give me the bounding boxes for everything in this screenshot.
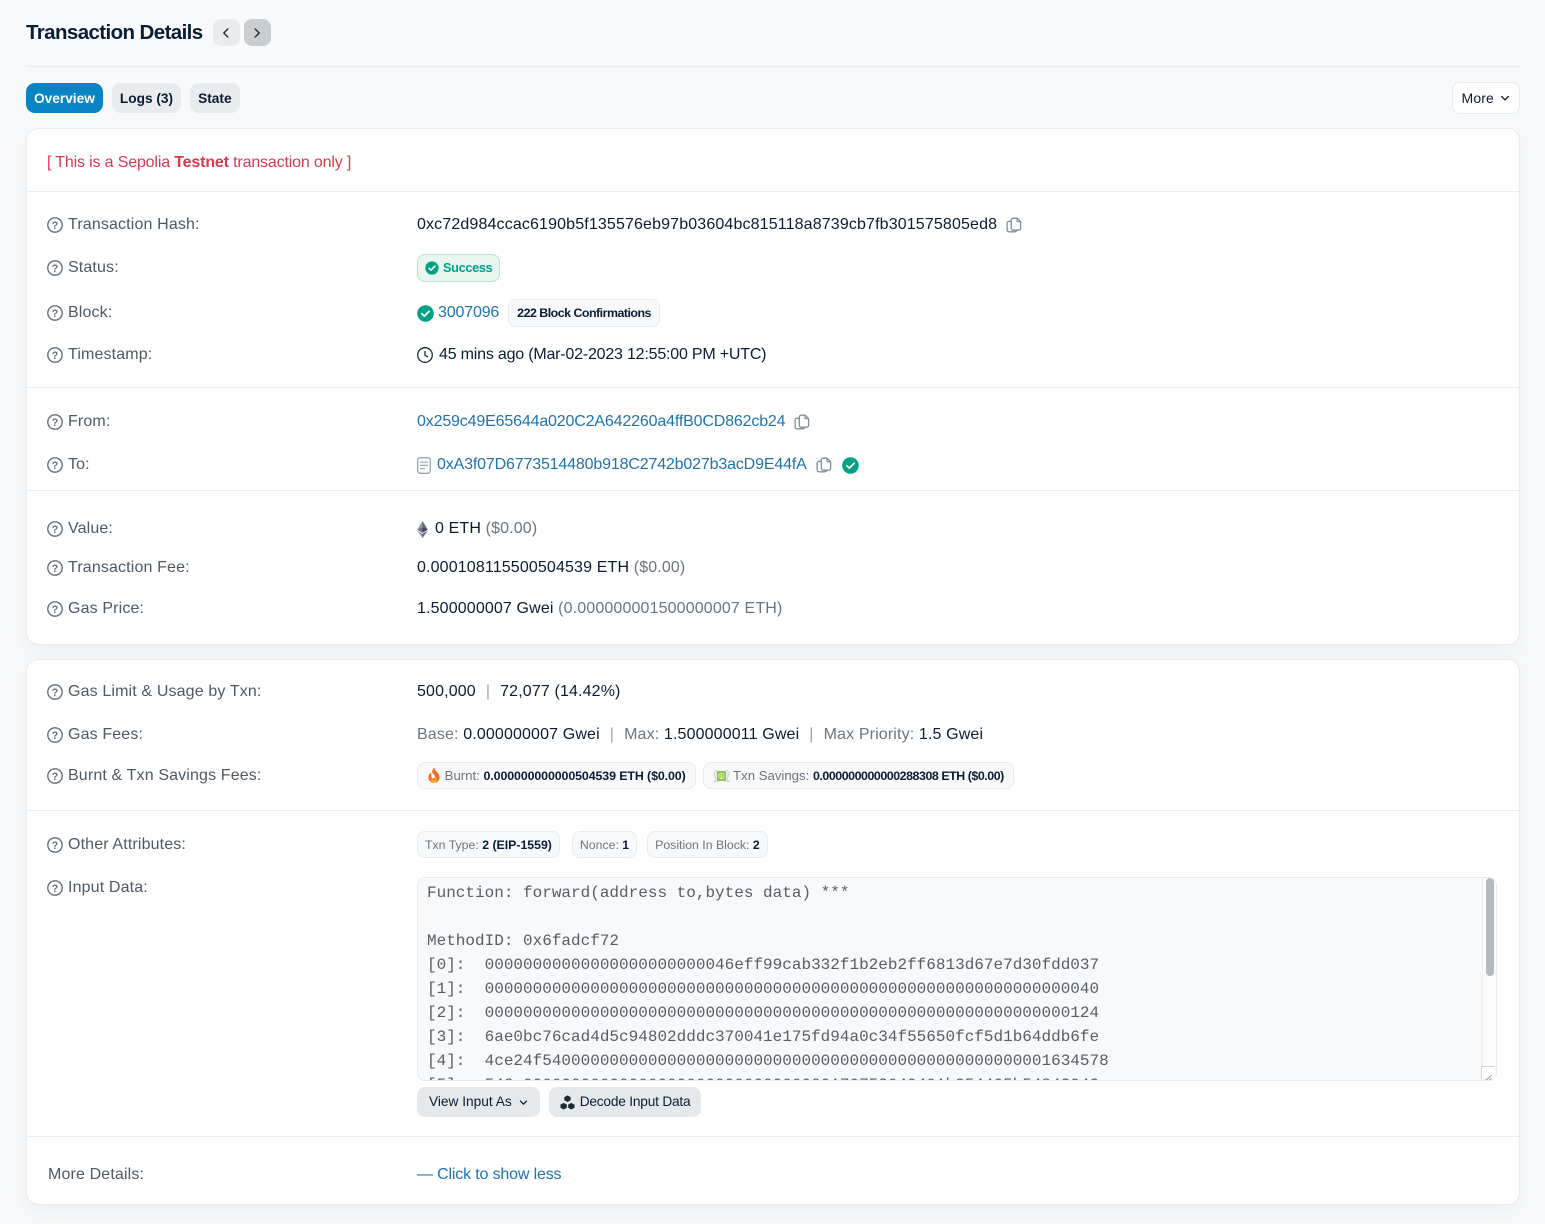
svg-text:?: ?: [52, 883, 59, 895]
svg-text:?: ?: [52, 417, 59, 429]
svg-text:?: ?: [52, 220, 59, 232]
svg-text:?: ?: [52, 460, 59, 472]
svg-text:?: ?: [52, 263, 59, 275]
svg-text:?: ?: [52, 524, 59, 536]
svg-text:?: ?: [52, 687, 59, 699]
svg-text:?: ?: [52, 770, 59, 782]
svg-text:?: ?: [52, 308, 59, 320]
svg-text:?: ?: [52, 839, 59, 851]
svg-text:?: ?: [52, 604, 59, 616]
svg-text:?: ?: [52, 563, 59, 575]
svg-text:?: ?: [52, 730, 59, 742]
svg-text:?: ?: [52, 350, 59, 362]
